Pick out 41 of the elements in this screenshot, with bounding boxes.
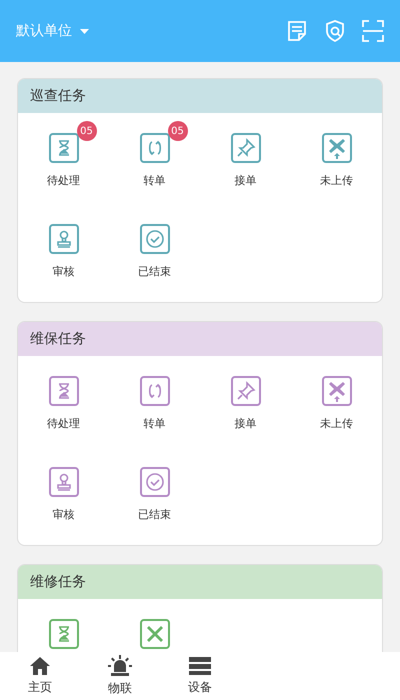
nav-tab[interactable]: 主页: [0, 652, 80, 700]
stamp-icon[interactable]: [48, 224, 78, 254]
upload-cross-icon[interactable]: [322, 376, 352, 406]
cross-icon[interactable]: [140, 619, 170, 649]
card-title: 巡查任务: [30, 86, 86, 106]
nav-tab[interactable]: 物联: [80, 652, 160, 700]
scan-icon[interactable]: [362, 20, 384, 42]
task-label[interactable]: 已结束: [138, 264, 171, 280]
hourglass-icon[interactable]: [48, 133, 78, 163]
task-label[interactable]: 待处理: [47, 416, 80, 432]
task-label[interactable]: 待处理: [47, 173, 80, 190]
count-badge: 05: [76, 121, 96, 141]
task-label[interactable]: 接单: [234, 173, 256, 190]
shield-search-icon[interactable]: [324, 20, 346, 42]
task-label[interactable]: 审核: [52, 264, 74, 280]
task-label[interactable]: 转单: [144, 416, 166, 432]
card-title: 维修任务: [30, 572, 86, 592]
swap-icon[interactable]: [140, 133, 170, 163]
pin-icon[interactable]: [230, 133, 260, 163]
note-icon[interactable]: [286, 20, 308, 42]
swap-icon[interactable]: [140, 376, 170, 406]
task-label[interactable]: 接单: [234, 416, 256, 432]
upload-cross-icon[interactable]: [322, 133, 352, 163]
check-icon[interactable]: [140, 224, 170, 254]
task-label[interactable]: 未上传: [320, 416, 353, 432]
pin-icon[interactable]: [230, 376, 260, 406]
caret-icon: [80, 28, 89, 34]
hourglass-icon[interactable]: [48, 619, 78, 649]
hourglass-icon[interactable]: [48, 376, 78, 406]
home-icon: [29, 656, 51, 676]
server-icon: [188, 656, 212, 676]
card-title: 维保任务: [30, 330, 86, 348]
task-label[interactable]: 已结束: [138, 506, 171, 523]
stamp-icon[interactable]: [48, 466, 78, 496]
task-label[interactable]: 转单: [144, 173, 166, 190]
task-label[interactable]: 审核: [52, 506, 74, 523]
nav-tab[interactable]: 设备: [160, 652, 240, 700]
siren-icon: [108, 655, 132, 677]
count-badge: 05: [168, 121, 188, 141]
check-icon[interactable]: [140, 466, 170, 496]
task-label[interactable]: 未上传: [320, 173, 353, 190]
